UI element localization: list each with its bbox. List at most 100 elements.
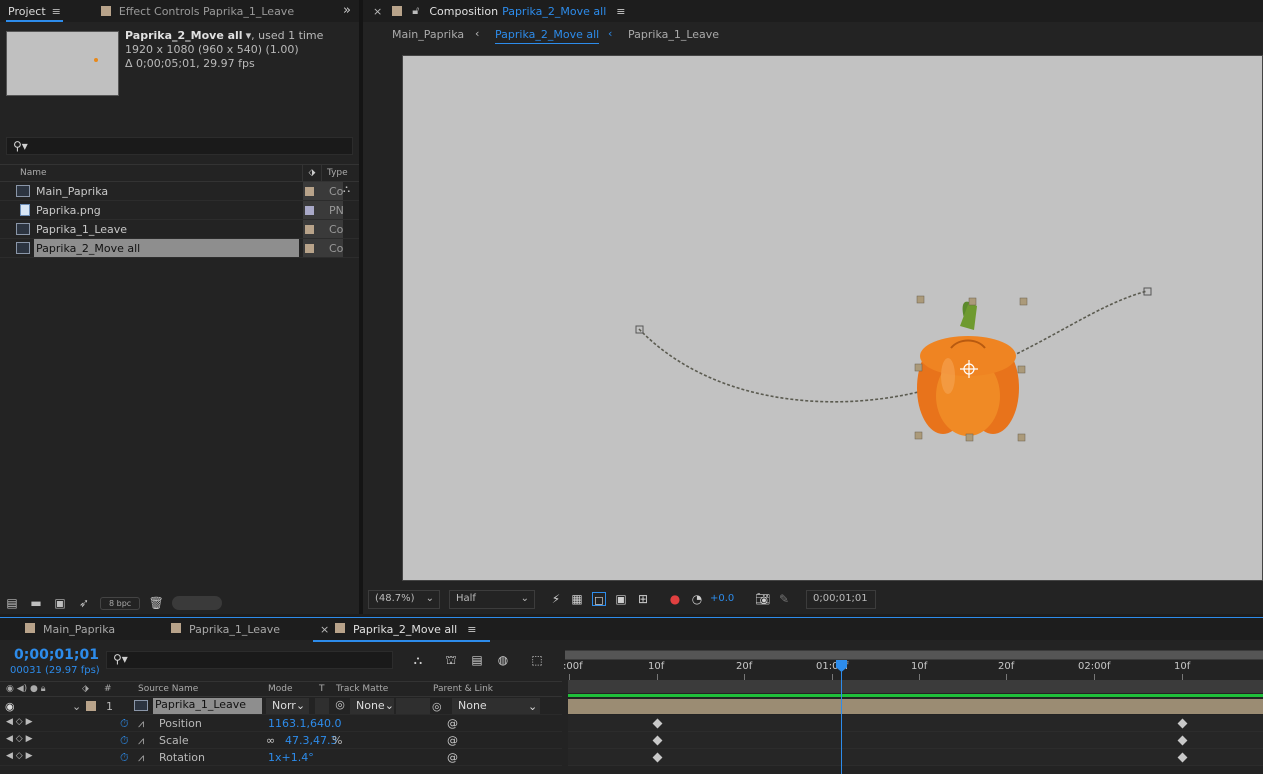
keyframe-diamond[interactable] <box>1177 752 1188 763</box>
property-value[interactable]: 1163.1,640.0 <box>268 717 341 730</box>
channels-icon[interactable]: ● <box>668 592 682 606</box>
reset-exposure-icon[interactable]: ◔ <box>690 592 704 606</box>
close-icon[interactable]: × <box>320 623 329 636</box>
track-matte-pickwhip-icon[interactable]: ◎ <box>332 698 348 714</box>
keyframe-diamond[interactable] <box>652 752 663 763</box>
property-row-position[interactable]: ◀ ◇ ▶ ⏱︎ ⩘ Position 1163.1,640.0 @ <box>0 715 562 732</box>
keyframe-navigator-icon[interactable]: ◀ ◇ ▶ <box>6 717 33 727</box>
label-color-swatch[interactable] <box>86 701 96 711</box>
render-queue-icon[interactable]: ➶ <box>76 596 92 610</box>
resolution-dropdown[interactable]: Half ⌄ <box>449 590 535 609</box>
timeline-tracks[interactable] <box>565 680 1263 774</box>
keyframe-navigator-icon[interactable]: ◀ ◇ ▶ <box>6 734 33 744</box>
layer-name[interactable]: Paprika_1_Leave <box>153 698 262 714</box>
tab-main-paprika[interactable]: Main_Paprika <box>25 623 115 636</box>
property-value[interactable]: 1x+1.4° <box>268 751 314 764</box>
stopwatch-icon[interactable]: ⏱︎ <box>120 734 129 748</box>
breadcrumb-paprika-1-leave[interactable]: Paprika_1_Leave <box>628 28 719 41</box>
tab-project[interactable]: Project ≡ <box>0 0 69 22</box>
column-type[interactable]: Type <box>327 168 348 178</box>
thumbnail-size-slider[interactable] <box>172 596 223 610</box>
parent-dropdown[interactable]: None ⌄ <box>452 698 540 714</box>
expression-pickwhip-icon[interactable]: @ <box>447 734 458 747</box>
keyframe-diamond[interactable] <box>652 735 663 746</box>
keyframe-diamond[interactable] <box>652 718 663 729</box>
tab-paprika-2-move-all[interactable]: Paprika_2_Move all ≡ <box>312 623 491 642</box>
mask-path-visibility-icon[interactable]: ◻ <box>592 592 606 607</box>
keyframe-navigator-icon[interactable]: ◀ ◇ ▶ <box>6 751 33 761</box>
column-mode[interactable]: Mode <box>268 684 293 694</box>
region-of-interest-icon[interactable]: ▣ <box>614 592 628 606</box>
panel-menu-icon[interactable]: ≡ <box>467 623 476 636</box>
project-item-paprika-1-leave[interactable]: Paprika_1_Leave Co <box>0 220 359 239</box>
rotation-track[interactable] <box>568 749 1263 766</box>
project-search-input[interactable]: ⚲▾ <box>6 137 353 155</box>
composition-viewer[interactable] <box>402 55 1263 581</box>
work-area-bar[interactable] <box>568 680 1263 693</box>
tab-composition-name[interactable]: Paprika_2_Move all <box>502 5 606 18</box>
layer-row[interactable]: ◉ ⌄ 1 Paprika_1_Leave Norr⌄ ◎ None⌄ ◎ No… <box>0 698 562 715</box>
exposure-value[interactable]: +0.0 <box>710 593 734 604</box>
playhead-line[interactable] <box>841 664 842 774</box>
expand-panels-icon[interactable]: » <box>343 3 351 18</box>
shy-layers-icon[interactable]: ▤ <box>469 653 485 667</box>
label-color-swatch[interactable] <box>305 225 314 234</box>
keyframe-diamond[interactable] <box>1177 718 1188 729</box>
column-track-matte[interactable]: Track Matte <box>336 684 388 694</box>
flowchart-icon[interactable]: ⛬ <box>343 184 350 195</box>
label-color-swatch[interactable] <box>305 187 314 196</box>
parent-pickwhip-icon[interactable]: ◎ <box>432 700 442 713</box>
panel-menu-icon[interactable]: ≡ <box>616 5 625 18</box>
eye-icon[interactable]: ◉ <box>5 700 15 713</box>
scale-track[interactable] <box>568 732 1263 749</box>
trash-icon[interactable]: 🗑 <box>148 596 164 610</box>
project-item-paprika-2-move-all[interactable]: Paprika_2_Move all Co <box>0 239 359 258</box>
property-row-scale[interactable]: ◀ ◇ ▶ ⏱︎ ⩘ Scale ∞ 47.3,47.3 % @ <box>0 732 562 749</box>
constrain-proportions-icon[interactable]: ∞ <box>266 734 275 747</box>
grid-guides-icon[interactable]: ⊞ <box>636 592 650 606</box>
zoom-dropdown[interactable]: (48.7%) ⌄ <box>368 590 440 609</box>
composition-flowchart-icon[interactable]: ⛬ <box>410 653 426 667</box>
keyframe-diamond[interactable] <box>1177 735 1188 746</box>
graph-icon[interactable]: ⩘ <box>138 751 144 765</box>
time-navigator[interactable] <box>565 650 1263 660</box>
panel-menu-icon[interactable]: ≡ <box>52 5 61 18</box>
viewer-timecode[interactable]: 0;00;01;01 <box>806 590 876 609</box>
label-tag-icon[interactable]: ⬗ <box>82 684 89 694</box>
stopwatch-icon[interactable]: ⏱︎ <box>120 717 129 731</box>
graph-editor-icon[interactable]: ⬚ <box>529 653 545 667</box>
project-item-main-paprika[interactable]: Main_Paprika Co ⛬ <box>0 182 359 201</box>
column-parent-link[interactable]: Parent & Link <box>433 684 493 694</box>
time-ruler[interactable]: :00f 10f 20f 01:00f 10f 20f 02:00f 10f <box>563 650 1263 680</box>
new-composition-icon[interactable]: ▣ <box>52 596 68 610</box>
tab-paprika-1-leave[interactable]: Paprika_1_Leave <box>171 623 280 636</box>
column-source-name[interactable]: Source Name <box>138 684 198 694</box>
matte-invert-toggle[interactable] <box>396 698 430 714</box>
expression-pickwhip-icon[interactable]: @ <box>447 751 458 764</box>
lock-icon[interactable]: 🔓︎ <box>412 4 419 18</box>
breadcrumb-paprika-2-move-all[interactable]: Paprika_2_Move all <box>495 28 600 44</box>
blend-mode-dropdown[interactable]: Norr⌄ <box>266 698 309 714</box>
fast-previews-icon[interactable]: ⚡ <box>549 592 563 606</box>
graph-icon[interactable]: ⩘ <box>138 717 144 731</box>
new-folder-icon[interactable]: ▬ <box>28 596 44 610</box>
property-row-rotation[interactable]: ◀ ◇ ▶ ⏱︎ ⩘ Rotation 1x+1.4° @ <box>0 749 562 766</box>
property-value[interactable]: 47.3,47.3 <box>285 734 337 747</box>
av-features-icons[interactable]: ◉ ◀) ● 🔒︎ <box>6 684 46 694</box>
label-tag-icon[interactable]: ⬗ <box>302 165 322 182</box>
show-snapshot-icon[interactable]: ✎ <box>777 592 791 606</box>
chevron-down-icon[interactable]: ⌄ <box>72 700 81 713</box>
frame-blending-icon[interactable]: ◍ <box>495 653 511 667</box>
camera-snapshot-icon[interactable]: 📷︎ <box>755 592 770 606</box>
label-color-swatch[interactable] <box>305 206 314 215</box>
motion-path[interactable] <box>638 290 1148 403</box>
timeline-search-input[interactable]: ⚲▾ <box>106 651 393 669</box>
current-time-display[interactable]: 0;00;01;01 <box>14 647 99 663</box>
project-item-paprika-png[interactable]: Paprika.png PN <box>0 201 359 220</box>
graph-icon[interactable]: ⩘ <box>138 734 144 748</box>
close-icon[interactable]: × <box>373 5 382 18</box>
breadcrumb-main-paprika[interactable]: Main_Paprika <box>392 28 464 41</box>
bit-depth-button[interactable]: 8 bpc <box>100 596 141 610</box>
label-color-swatch[interactable] <box>305 244 314 253</box>
track-matte-dropdown[interactable]: None⌄ <box>350 698 394 714</box>
